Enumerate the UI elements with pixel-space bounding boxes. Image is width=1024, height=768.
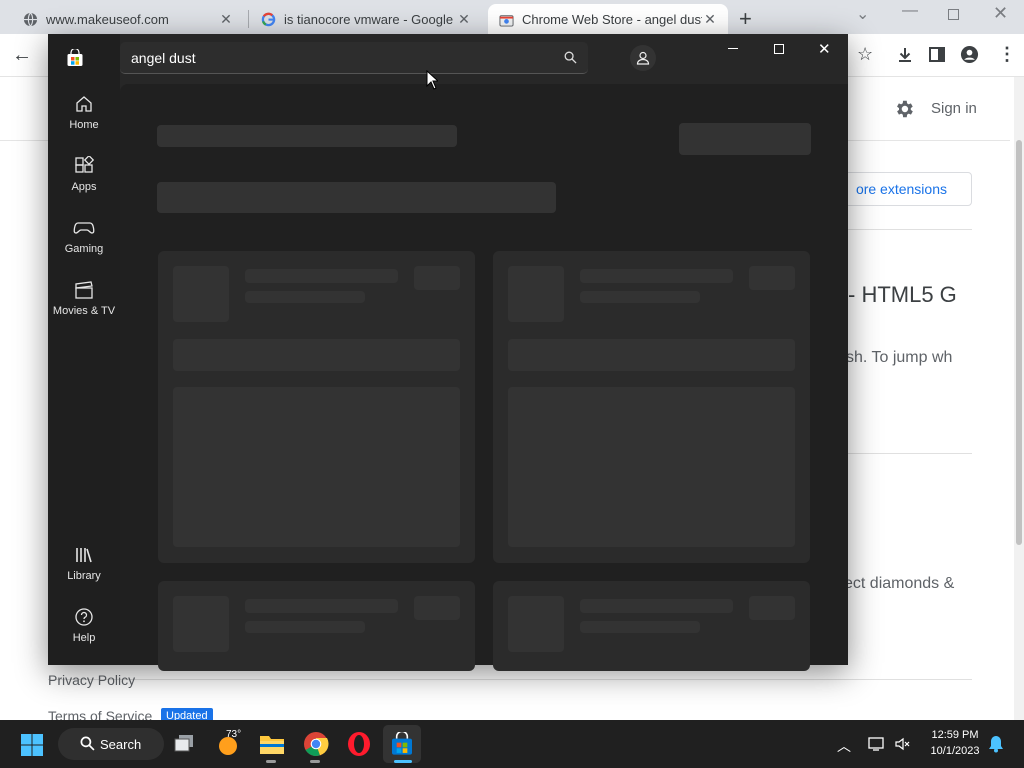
extension-description-fragment-2: ect diamonds &: [844, 575, 955, 592]
new-tab-button[interactable]: +: [739, 6, 752, 32]
chrome-restore-icon[interactable]: [948, 9, 959, 20]
weather-temperature: 73°: [226, 729, 242, 740]
nav-movies-tv[interactable]: Movies & TV: [48, 280, 120, 317]
tab-close-icon[interactable]: ✕: [702, 11, 718, 28]
microsoft-store-window: angel dust ✕ Home Apps Gaming Movies & T…: [48, 34, 848, 671]
store-minimize-icon[interactable]: [728, 48, 738, 49]
home-icon: [76, 96, 92, 112]
search-icon: [80, 736, 95, 754]
extension-description-fragment: sh. To jump wh: [846, 349, 953, 366]
chrome-close-icon[interactable]: ✕: [993, 3, 1008, 24]
mouse-cursor-icon: [426, 69, 440, 95]
nav-gaming-label: Gaming: [64, 243, 104, 255]
nav-help[interactable]: Help: [48, 607, 120, 644]
nav-movies-tv-label: Movies & TV: [52, 305, 116, 317]
skeleton-filter: [679, 123, 811, 155]
tab-chrome-web-store[interactable]: Chrome Web Store - angel dust ✕: [488, 4, 728, 34]
privacy-policy-link[interactable]: Privacy Policy: [48, 672, 135, 688]
microsoft-store-logo-icon: [66, 47, 84, 72]
extension-title-fragment: - HTML5 G: [848, 282, 957, 307]
nav-home-label: Home: [69, 119, 99, 131]
notification-bell-icon[interactable]: [988, 735, 1004, 758]
tab-close-icon[interactable]: ✕: [456, 11, 472, 28]
network-icon[interactable]: [868, 736, 886, 757]
account-icon[interactable]: [630, 45, 656, 71]
nav-apps-label: Apps: [71, 181, 97, 193]
taskbar-search-label: Search: [100, 736, 142, 752]
tab-separator: [248, 10, 249, 28]
skeleton-card: [493, 251, 810, 563]
bookmark-star-icon[interactable]: ☆: [857, 44, 873, 65]
tab-title: www.makeuseof.com: [46, 11, 169, 27]
profile-icon[interactable]: [960, 45, 979, 69]
settings-gear-icon[interactable]: [893, 98, 915, 125]
sign-in-link[interactable]: Sign in: [931, 100, 977, 117]
download-icon[interactable]: [896, 46, 914, 69]
nav-library-label: Library: [67, 570, 101, 582]
skeleton-title: [157, 125, 457, 147]
skeleton-card: [158, 581, 475, 671]
show-hidden-icons-chevron-icon[interactable]: ︿: [837, 736, 851, 756]
nav-help-label: Help: [72, 632, 96, 644]
clock-time[interactable]: 12:59 PM: [920, 729, 990, 741]
skeleton-card: [158, 251, 475, 563]
windows-start-icon[interactable]: [20, 733, 44, 762]
google-icon: [260, 11, 276, 27]
taskbar-search-box[interactable]: Search: [58, 728, 164, 760]
chrome-minimize-icon[interactable]: —: [902, 2, 918, 20]
file-explorer-icon[interactable]: [256, 728, 288, 760]
store-search-value: angel dust: [131, 49, 196, 66]
nav-home[interactable]: Home: [48, 94, 120, 131]
skeleton-card: [493, 581, 810, 671]
apps-icon: [75, 156, 94, 173]
footer-divider: [48, 679, 972, 680]
kebab-menu-icon[interactable]: ⋮: [998, 44, 1016, 65]
clapperboard-icon: [75, 281, 93, 299]
store-search-input[interactable]: angel dust: [120, 42, 588, 74]
opera-icon[interactable]: [343, 728, 375, 760]
store-content-loading: [120, 84, 848, 671]
tab-google-search[interactable]: is tianocore vmware - Google Se ✕: [250, 4, 482, 34]
tab-search-chevron-icon[interactable]: ⌄: [856, 4, 869, 24]
microsoft-store-icon[interactable]: [386, 728, 418, 760]
running-indicator: [266, 760, 276, 763]
chrome-icon[interactable]: [300, 728, 332, 760]
tab-title: is tianocore vmware - Google Se: [284, 11, 456, 27]
page-scrollbar-thumb[interactable]: [1016, 140, 1022, 545]
store-maximize-icon[interactable]: [774, 44, 784, 54]
volume-muted-icon[interactable]: [894, 736, 910, 757]
skeleton-subtitle: [157, 182, 556, 213]
tab-close-icon[interactable]: ✕: [218, 11, 234, 28]
nav-gaming[interactable]: Gaming: [48, 218, 120, 255]
chrome-web-store-icon: [498, 11, 514, 27]
globe-icon: [22, 11, 38, 27]
library-icon: [76, 548, 92, 563]
clock-date[interactable]: 10/1/2023: [920, 745, 990, 757]
back-arrow-icon[interactable]: ←: [12, 44, 32, 67]
running-indicator: [310, 760, 320, 763]
help-icon: [75, 608, 93, 626]
active-indicator: [394, 760, 412, 763]
nav-apps[interactable]: Apps: [48, 156, 120, 193]
task-view-icon[interactable]: [168, 728, 200, 760]
tab-makeuseof[interactable]: www.makeuseof.com ✕: [12, 4, 244, 34]
tab-title: Chrome Web Store - angel dust: [522, 11, 702, 27]
store-close-icon[interactable]: ✕: [818, 40, 831, 58]
gamepad-icon: [73, 222, 95, 234]
side-panel-icon[interactable]: [929, 47, 945, 62]
search-icon[interactable]: [564, 51, 577, 69]
nav-library[interactable]: Library: [48, 545, 120, 582]
